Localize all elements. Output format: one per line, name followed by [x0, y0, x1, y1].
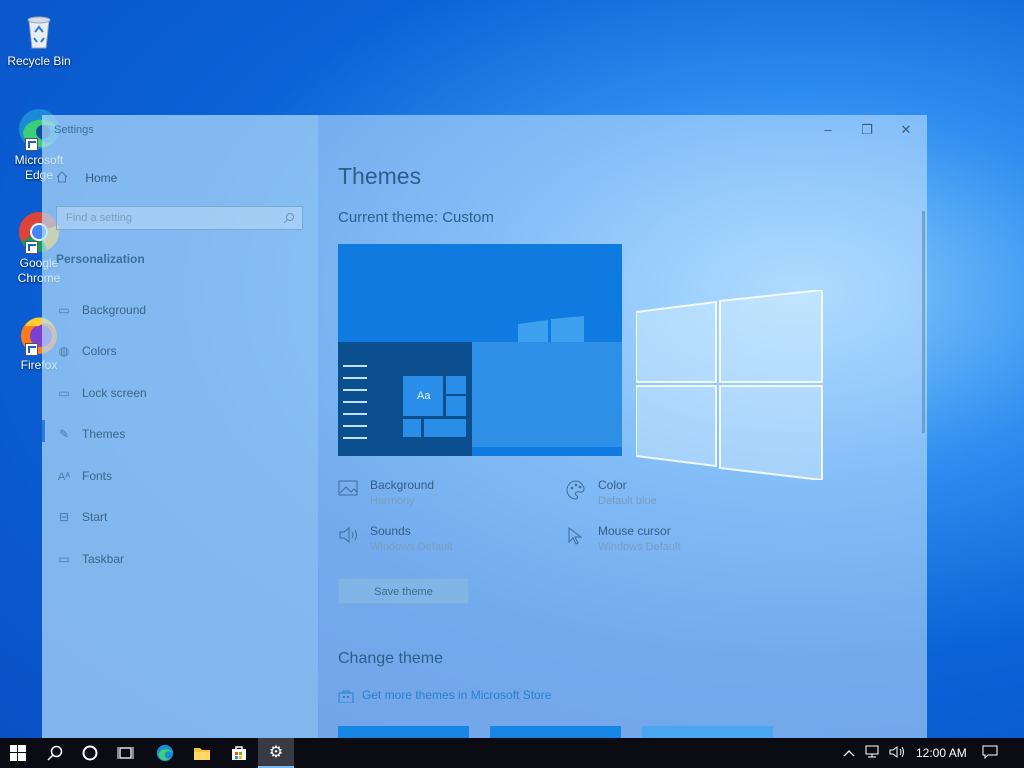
- search-input[interactable]: Find a setting: [56, 206, 303, 230]
- nav-item-start[interactable]: ⊟ Start: [56, 506, 296, 528]
- edge-icon: [156, 744, 174, 762]
- change-theme-heading: Change theme: [338, 650, 443, 667]
- nav-home-label: Home: [85, 171, 118, 185]
- preview-window: [472, 342, 622, 447]
- nav-selection-indicator: [42, 420, 45, 442]
- nav-item-label: Start: [82, 510, 108, 524]
- theme-thumbnail[interactable]: [490, 726, 621, 738]
- setting-value: Windows Default: [598, 541, 681, 553]
- preview-tiles: Aa: [403, 372, 469, 444]
- save-theme-button[interactable]: Save theme: [338, 578, 469, 604]
- tray-chevron-button[interactable]: [843, 738, 855, 768]
- volume-button[interactable]: [889, 738, 907, 768]
- nav-item-lock-screen[interactable]: ▭ Lock screen: [56, 382, 296, 404]
- image-icon: [338, 480, 358, 501]
- store-bag-icon: [232, 746, 246, 760]
- start-button[interactable]: [0, 738, 36, 768]
- shortcut-arrow-icon: [25, 241, 38, 254]
- shortcut-arrow-icon: [25, 343, 38, 356]
- nav-item-background[interactable]: ▭ Background: [56, 299, 296, 321]
- notification-icon: [982, 745, 998, 760]
- nav-item-taskbar[interactable]: ▭ Taskbar: [56, 548, 296, 570]
- setting-value: Default blue: [598, 495, 657, 507]
- task-view-icon: [117, 747, 134, 759]
- search-placeholder: Find a setting: [66, 212, 133, 224]
- windows-start-icon: [10, 745, 26, 761]
- theme-thumbnail[interactable]: [642, 726, 773, 738]
- clock[interactable]: 12:00 AM: [916, 738, 967, 768]
- setting-label: Sounds: [370, 524, 411, 538]
- recycle-bin-icon: [17, 8, 61, 52]
- nav-item-fonts[interactable]: A͏ᴬ Fonts: [56, 465, 296, 487]
- setting-label: Mouse cursor: [598, 524, 671, 538]
- fonts-icon: A͏ᴬ: [57, 471, 71, 483]
- network-button[interactable]: [865, 738, 881, 768]
- cursor-icon: [566, 526, 584, 551]
- cortana-button[interactable]: [72, 738, 108, 768]
- start-icon: ⊟: [58, 510, 70, 524]
- store-bag-icon: [338, 690, 354, 703]
- speaker-icon: [338, 526, 360, 549]
- taskbar: ⚙ 12:00 AM: [0, 738, 1024, 768]
- chevron-up-icon: [843, 746, 855, 760]
- task-view-button[interactable]: [108, 738, 144, 768]
- gear-icon: ⚙: [268, 744, 284, 761]
- nav-section-title: Personalization: [56, 252, 145, 266]
- setting-value: Harmony: [370, 495, 415, 507]
- themes-page: Themes Current theme: Custom Aa Backgrou…: [338, 115, 927, 738]
- current-theme-heading: Current theme: Custom: [338, 209, 494, 226]
- theme-thumbnail[interactable]: [338, 726, 469, 738]
- nav-item-themes[interactable]: ✎ Themes: [56, 423, 296, 445]
- setting-label: Background: [370, 478, 435, 492]
- desktop-icon-label: Recycle Bin: [7, 54, 71, 68]
- desktop-icon-recycle-bin[interactable]: Recycle Bin: [4, 8, 74, 69]
- store-link-label: Get more themes in Microsoft Store: [362, 688, 552, 702]
- taskbar-icon: ▭: [58, 552, 70, 566]
- theme-preview: Aa: [338, 244, 622, 456]
- nav-item-label: Colors: [82, 344, 117, 358]
- nav-item-label: Themes: [82, 427, 126, 441]
- search-button[interactable]: [37, 738, 73, 768]
- nav-item-colors[interactable]: ◍ Colors: [56, 340, 296, 362]
- network-icon: [865, 745, 879, 758]
- folder-icon: [194, 748, 210, 760]
- volume-icon: [889, 746, 904, 758]
- nav-home[interactable]: Home: [56, 171, 117, 185]
- taskbar-settings[interactable]: ⚙: [258, 738, 294, 768]
- taskbar-edge[interactable]: [147, 738, 183, 768]
- setting-label: Color: [598, 478, 627, 492]
- palette-icon: [566, 480, 586, 505]
- preview-menu-lines: [343, 365, 367, 439]
- image-icon: ▭: [58, 303, 70, 317]
- search-icon: [47, 745, 63, 761]
- nav-item-label: Lock screen: [82, 386, 147, 400]
- setting-value: Windows Default: [370, 541, 453, 553]
- cortana-icon: [82, 745, 98, 761]
- nav-item-label: Fonts: [82, 469, 113, 483]
- themes-icon: ✎: [58, 427, 70, 441]
- scrollbar[interactable]: [922, 211, 925, 433]
- store-themes-link[interactable]: Get more themes in Microsoft Store: [338, 688, 551, 703]
- nav-item-label: Background: [82, 303, 147, 317]
- lock-screen-icon: ▭: [58, 386, 70, 400]
- taskbar-store[interactable]: [221, 738, 257, 768]
- palette-icon: ◍: [58, 344, 70, 358]
- shortcut-arrow-icon: [25, 138, 38, 151]
- taskbar-file-explorer[interactable]: [184, 738, 220, 768]
- wallpaper-windows-logo: [636, 290, 823, 480]
- home-icon: [56, 171, 68, 183]
- settings-nav-pane: Settings Home Find a setting Personaliza…: [42, 115, 318, 738]
- action-center-button[interactable]: [982, 738, 998, 768]
- page-title: Themes: [338, 163, 422, 189]
- preview-start-menu: Aa: [338, 342, 472, 456]
- window-title: Settings: [54, 124, 94, 136]
- search-icon: [283, 213, 294, 224]
- nav-item-label: Taskbar: [82, 552, 125, 566]
- preview-tile-text: Aa: [417, 390, 431, 402]
